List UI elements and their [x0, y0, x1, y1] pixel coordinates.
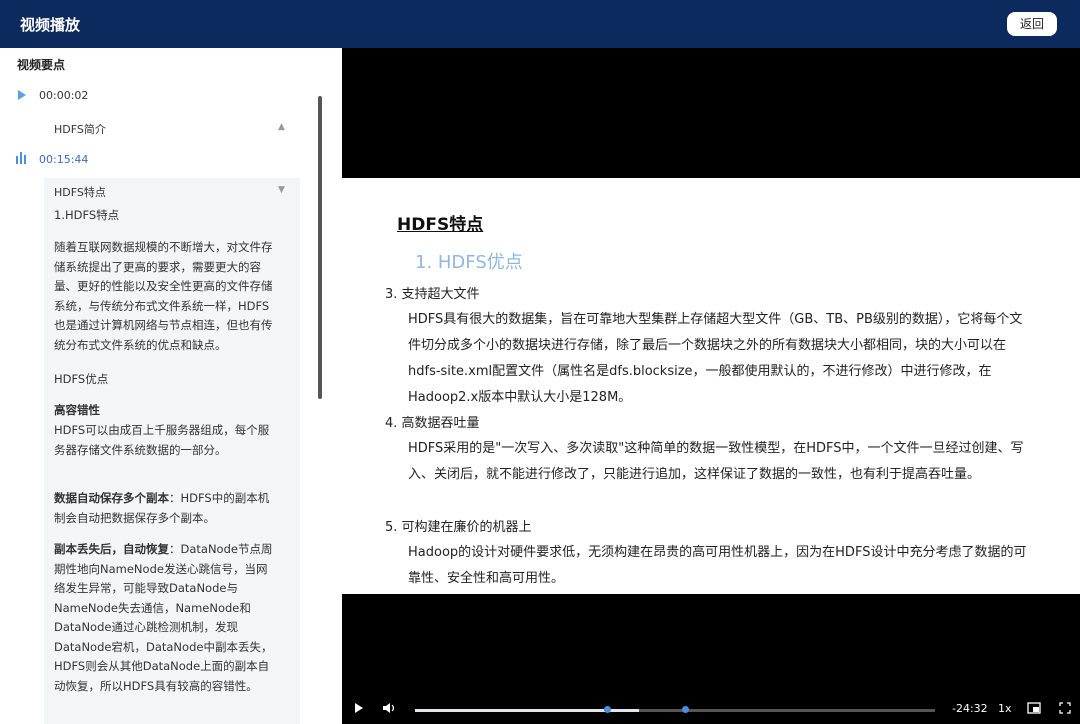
speed-button[interactable]: 1x: [998, 702, 1012, 715]
replica-paragraph: 数据自动保存多个副本：HDFS中的副本机制会自动把数据保存多个副本。: [54, 489, 276, 528]
slide-item-heading: 5. 可构建在廉价的机器上: [385, 520, 532, 535]
slide-item-body: Hadoop的设计对硬件要求低，无须构建在昂贵的高可用性机器上，因为在HDFS设…: [408, 545, 1027, 586]
fault-text: HDFS可以由成百上千服务器组成，每个服务器存储文件系统数据的一部分。: [54, 423, 270, 457]
chapter-marker[interactable]: [682, 706, 690, 713]
timestamp-link[interactable]: 00:00:02: [39, 89, 88, 102]
playing-bars-icon: [16, 152, 28, 164]
recover-text: ：DataNode节点周期性地向NameNode发送心跳信号，当网络发生异常，可…: [54, 542, 273, 693]
point-title: 1.HDFS特点: [54, 208, 120, 222]
section-title[interactable]: HDFS简介: [54, 121, 106, 137]
pros-label: HDFS优点: [54, 372, 109, 386]
play-marker-icon: [18, 90, 26, 100]
recover-bold: 副本丢失后，自动恢复: [54, 542, 169, 556]
slide-subtitle: 1. HDFS优点: [415, 252, 523, 273]
fault-title: 高容错性: [54, 403, 100, 417]
play-icon[interactable]: [354, 702, 364, 717]
fullscreen-icon[interactable]: [1059, 702, 1071, 717]
progress-track[interactable]: [415, 706, 935, 713]
slide-item-heading: 3. 支持超大文件: [385, 287, 480, 302]
slide-item-heading: 4. 高数据吞吐量: [385, 416, 480, 431]
slide-title: HDFS特点: [397, 215, 484, 235]
slide-item-body: HDFS采用的是"一次写入、多次读取"这种简单的数据一致性模型，在HDFS中，一…: [408, 441, 1024, 482]
app-header: 视频播放 返回: [0, 0, 1080, 48]
recover-paragraph: 副本丢失后，自动恢复：DataNode节点周期性地向NameNode发送心跳信号…: [54, 540, 276, 696]
back-button[interactable]: 返回: [1007, 12, 1057, 36]
volume-icon[interactable]: [382, 702, 396, 717]
chevron-down-icon[interactable]: ▼: [278, 185, 285, 195]
replica-bold: 数据自动保存多个副本: [54, 491, 169, 505]
pip-icon[interactable]: [1027, 702, 1041, 717]
time-remaining: -24:32: [952, 702, 988, 715]
timestamp-link-active[interactable]: 00:15:44: [39, 153, 88, 166]
sidebar-heading: 视频要点: [17, 58, 66, 72]
chevron-up-icon[interactable]: ▲: [278, 122, 285, 132]
video-slide-frame: HDFS特点 1. HDFS优点 3. 支持超大文件 HDFS具有很大的数据集，…: [342, 178, 1080, 594]
key-points-sidebar: 视频要点 00:00:02 HDFS简介 ▲ 00:15:44 HDFS特点 ▼…: [0, 48, 340, 724]
page-title: 视频播放: [20, 16, 81, 34]
slide-item-body: HDFS具有很大的数据集，旨在可靠地大型集群上存储超大型文件（GB、TB、PB级…: [408, 312, 1023, 405]
section-title[interactable]: HDFS特点: [54, 184, 106, 200]
sidebar-scrollbar[interactable]: [318, 96, 322, 399]
intro-paragraph: 随着互联网数据规模的不断增大，对文件存储系统提出了更高的要求，需要更大的容量、更…: [54, 240, 273, 352]
